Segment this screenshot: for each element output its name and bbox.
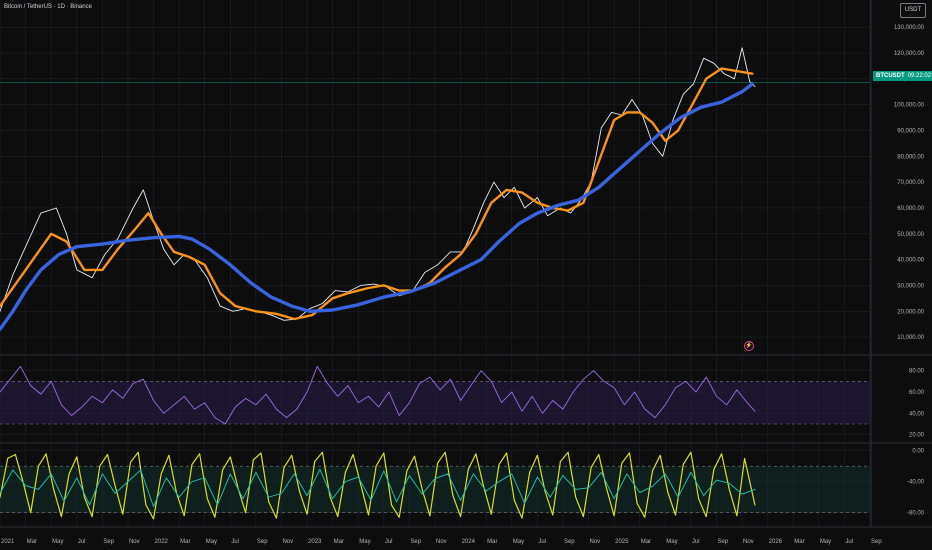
x-tick-label: Nov — [129, 539, 140, 545]
x-tick-label: May — [666, 539, 677, 545]
x-tick-label: May — [206, 539, 217, 545]
price-tag-countdown: 09:22:02 — [907, 73, 932, 79]
x-tick-label: Sep — [564, 539, 575, 545]
x-tick-label: May — [52, 539, 63, 545]
oscillator-band — [0, 466, 870, 513]
x-tick-label: Jul — [231, 539, 239, 545]
x-tick-label: May — [513, 539, 524, 545]
x-tick-label: Nov — [743, 539, 754, 545]
x-tick-label: Mar — [487, 539, 497, 545]
x-tick-label: Sep — [257, 539, 268, 545]
x-tick-label: 2025 — [615, 539, 629, 545]
y-tick-label: 40.00 — [909, 411, 925, 417]
x-tick-label: Mar — [27, 539, 37, 545]
x-tick-label: Mar — [641, 539, 651, 545]
x-tick-label: Nov — [590, 539, 601, 545]
x-tick-label: Jul — [78, 539, 86, 545]
lightning-icon[interactable]: ⚡ — [744, 341, 754, 351]
y-tick-label: 60,000.00 — [897, 206, 924, 212]
currency-button[interactable]: USDT — [900, 3, 926, 18]
x-tick-label: Mar — [334, 539, 344, 545]
y-tick-label: -80.00 — [907, 511, 925, 517]
y-tick-label: 10,000.00 — [897, 335, 924, 341]
x-tick-label: May — [820, 539, 831, 545]
price-tag-symbol: BTCUSDT — [876, 73, 905, 79]
y-tick-label: 90,000.00 — [897, 128, 924, 134]
x-tick-label: 2026 — [769, 539, 783, 545]
y-tick-label: 20.00 — [909, 433, 925, 439]
y-tick-label: 50,000.00 — [897, 232, 924, 238]
x-tick-label: Mar — [180, 539, 190, 545]
x-tick-label: Sep — [871, 539, 882, 545]
y-tick-label: 30,000.00 — [897, 283, 924, 289]
x-tick-label: Jul — [845, 539, 853, 545]
y-tick-label: 20,000.00 — [897, 309, 924, 315]
y-tick-label: 100,000.00 — [894, 103, 925, 109]
symbol-title[interactable]: Bitcoin / TetherUS · 1D · Binance — [4, 4, 92, 10]
last-price-tag: BTCUSDT 09:22:02 — [873, 71, 932, 81]
y-tick-label: 80.00 — [909, 369, 925, 375]
y-tick-label: -40.00 — [907, 480, 925, 486]
x-tick-label: Sep — [410, 539, 421, 545]
y-tick-label: 0.00 — [912, 449, 924, 455]
y-tick-label: 120,000.00 — [894, 51, 925, 57]
chart-canvas[interactable]: 2021 Mar May Jul Sep Nov 2022 Mar May Jul Sep Nov 20… — [0, 0, 932, 550]
x-tick-label: May — [359, 539, 370, 545]
x-tick-label: Sep — [717, 539, 728, 545]
x-tick-label: Mar — [794, 539, 804, 545]
y-tick-label: 60.00 — [909, 390, 925, 396]
y-tick-label: 70,000.00 — [897, 180, 924, 186]
x-tick-label: Jul — [692, 539, 700, 545]
x-tick-label: 2022 — [155, 539, 169, 545]
x-tick-label: Jul — [538, 539, 546, 545]
x-tick-label: 2024 — [462, 539, 476, 545]
x-tick-label: Sep — [103, 539, 114, 545]
x-tick-label: Nov — [436, 539, 447, 545]
x-tick-label: 2023 — [308, 539, 322, 545]
y-tick-label: 40,000.00 — [897, 258, 924, 264]
x-tick-label: 2021 — [1, 539, 15, 545]
x-tick-label: Jul — [385, 539, 393, 545]
x-tick-label: Nov — [282, 539, 293, 545]
y-tick-label: 130,000.00 — [894, 25, 925, 31]
y-tick-label: 80,000.00 — [897, 154, 924, 160]
